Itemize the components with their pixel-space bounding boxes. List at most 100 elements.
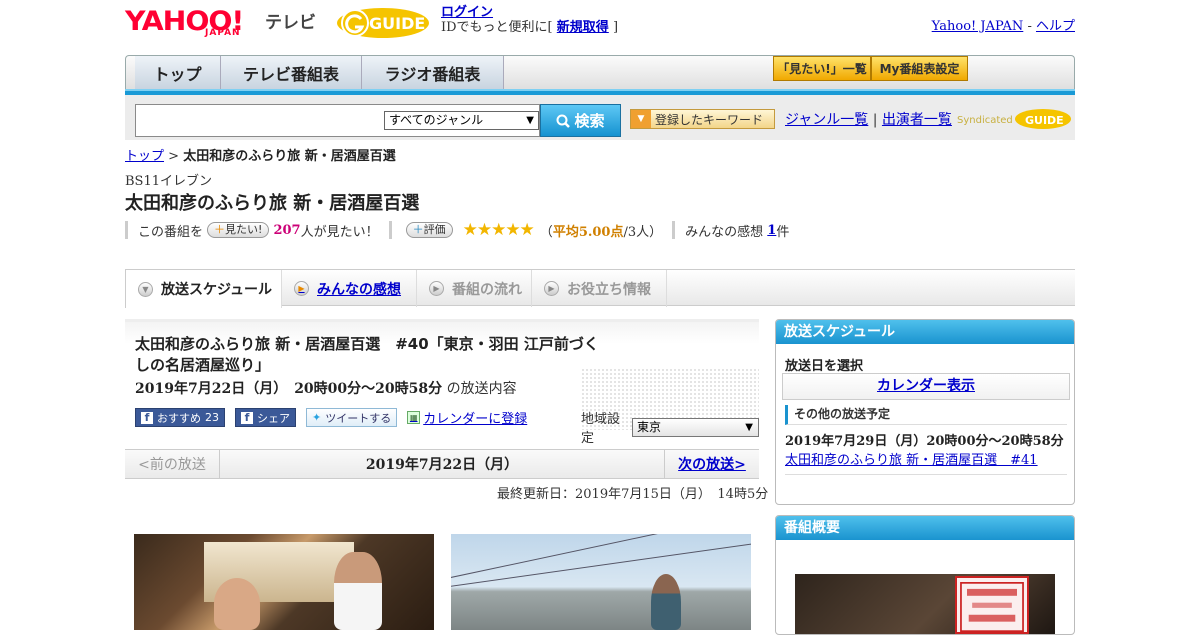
- tab-useful-info: ▶ お役立ち情報: [532, 270, 667, 307]
- reviews-suffix: 件: [776, 224, 790, 240]
- episode-photo-haneda: [451, 534, 751, 630]
- episode-panel: 太田和彦のふらり旅 新・居酒屋百選 #40「東京・羽田 江戸前づくしの名居酒屋巡…: [125, 319, 759, 479]
- search-icon: [556, 114, 571, 128]
- next-broadcast-datetime: 2019年7月29日（月）20時00分～20時58分: [785, 434, 1064, 449]
- content-tabs: ▼ 放送スケジュール ▶ みんなの感想 ▶ 番組の流れ ▶ お役立ち情報: [125, 269, 1075, 308]
- facebook-recommend-button[interactable]: f おすすめ 23: [135, 408, 225, 427]
- breadcrumb-top[interactable]: トップ: [125, 149, 164, 164]
- reviews-label: みんなの感想: [685, 224, 764, 240]
- last-updated: 最終更新日：2019年7月15日（月） 14時5分: [497, 487, 769, 502]
- rating-button[interactable]: ＋評価: [405, 222, 453, 238]
- fb-recommend-count: 23: [205, 411, 219, 424]
- facebook-share-button[interactable]: f シェア: [235, 408, 296, 427]
- program-seal-image: [955, 576, 1029, 634]
- genre-list-link[interactable]: ジャンル一覧: [785, 112, 868, 128]
- breadcrumb: トップ > 太田和彦のふらり旅 新・居酒屋百選: [125, 145, 396, 164]
- calendar-register-link[interactable]: ▦ カレンダーに登録: [407, 408, 527, 427]
- want-count: 207: [273, 222, 301, 238]
- twitter-bird-icon: ✦: [312, 411, 322, 424]
- syndicated-gguide-logo: Syndicated GUIDE: [957, 109, 1071, 129]
- star-rating: ★★★★★: [462, 220, 535, 240]
- next-broadcast-link[interactable]: 次の放送>: [664, 450, 759, 478]
- help-link[interactable]: ヘルプ: [1036, 19, 1075, 34]
- rating-paren: （: [539, 224, 553, 240]
- want-list-button[interactable]: 「見たい!」一覧: [773, 56, 871, 81]
- breadcrumb-current: 太田和彦のふらり旅 新・居酒屋百選: [183, 149, 396, 164]
- genre-select-value: すべてのジャンル: [389, 113, 484, 127]
- tweet-button[interactable]: ✦ ツイートする: [306, 408, 398, 427]
- episode-photo-izakaya: [134, 534, 434, 630]
- play-icon: ▶: [544, 281, 559, 296]
- want-prefix: この番組を: [138, 224, 204, 240]
- area-select[interactable]: 東京 ▼: [631, 417, 759, 437]
- play-icon: ▶: [294, 281, 309, 296]
- tab-program-flow: ▶ 番組の流れ: [417, 270, 532, 307]
- search-button-label: 検索: [574, 112, 605, 130]
- chevron-down-icon: ▼: [138, 281, 153, 297]
- tab-label: 番組の流れ: [452, 281, 522, 298]
- area-select-value: 東京: [636, 419, 661, 434]
- next-episode-link[interactable]: 太田和彦のふらり旅 新・居酒屋百選 #41: [785, 449, 1038, 468]
- area-label: 地域設定: [581, 412, 621, 446]
- rating-button-label: 評価: [423, 223, 446, 236]
- sidebar-summary-heading: 番組概要: [776, 516, 1074, 540]
- chevron-down-icon: ▼: [745, 421, 753, 433]
- fb-share-label: シェア: [257, 411, 290, 425]
- divider: [125, 221, 128, 239]
- calendar-register-label: カレンダーに登録: [423, 412, 528, 427]
- current-broadcast-date: 2019年7月22日（月）: [365, 457, 519, 473]
- tab-label: みんなの感想: [317, 281, 401, 298]
- tab-broadcast-schedule[interactable]: ▼ 放送スケジュール: [125, 270, 282, 308]
- login-area: ログイン IDでもっと便利に[ 新規取得 ]: [441, 5, 618, 35]
- keyword-button[interactable]: ▼ 登録したキーワード: [630, 109, 775, 129]
- program-meta: この番組を ＋見たい! 207 人が見たい！ ＋評価 ★★★★★ （ 平均5.0…: [125, 220, 790, 240]
- divider: [388, 221, 392, 239]
- chevron-down-icon: ▼: [526, 115, 534, 126]
- service-name: テレビ: [265, 13, 316, 33]
- select-date-label: 放送日を選択: [785, 359, 864, 374]
- plus-icon: ＋: [412, 223, 424, 236]
- tab-reviews[interactable]: ▶ みんなの感想: [282, 270, 417, 307]
- tab-label: お役立ち情報: [567, 281, 651, 298]
- yahoo-japan-link[interactable]: Yahoo! JAPAN: [932, 19, 1024, 34]
- svg-text:GUIDE: GUIDE: [1025, 114, 1064, 127]
- episode-datetime-suffix: の放送内容: [446, 381, 517, 397]
- login-text: IDでもっと便利に[: [441, 20, 553, 35]
- search-bar: すべてのジャンル ▼ 検索 ▼ 登録したキーワード ジャンル一覧 | 出演者一覧…: [125, 95, 1075, 140]
- tab-label: 放送スケジュール: [161, 282, 273, 298]
- other-broadcasts-heading: その他の放送予定: [785, 405, 1067, 425]
- area-setting: 地域設定 東京 ▼: [581, 408, 759, 446]
- calendar-icon: ▦: [407, 411, 421, 424]
- main-nav: トップ テレビ番組表 ラジオ番組表 「見たい!」一覧 My番組表設定: [125, 55, 1075, 93]
- register-link[interactable]: 新規取得: [557, 20, 609, 35]
- program-summary-image: [795, 574, 1055, 634]
- episode-datetime-value: 2019年7月22日（月） 20時00分～20時58分: [135, 381, 443, 397]
- keyword-button-label: 登録したキーワード: [655, 112, 764, 127]
- rating-count: /3人）: [623, 224, 663, 240]
- play-icon: ▶: [429, 281, 444, 296]
- nav-tab-top[interactable]: トップ: [135, 56, 221, 90]
- login-link[interactable]: ログイン: [441, 5, 493, 20]
- header-links: Yahoo! JAPAN - ヘルプ: [932, 15, 1075, 34]
- genre-select[interactable]: すべてのジャンル ▼: [384, 111, 539, 130]
- social-buttons: f おすすめ 23 f シェア ✦ ツイートする ▦ カレンダーに登録: [135, 408, 527, 427]
- performers-link[interactable]: 出演者一覧: [882, 112, 952, 128]
- nav-tab-tv-schedule[interactable]: テレビ番組表: [221, 56, 362, 90]
- svg-text:GUIDE: GUIDE: [369, 14, 425, 33]
- syndicated-text: Syndicated: [957, 115, 1013, 126]
- search-links: ジャンル一覧 | 出演者一覧: [785, 109, 952, 129]
- my-schedule-button[interactable]: My番組表設定: [871, 56, 968, 81]
- nav-tab-radio-schedule[interactable]: ラジオ番組表: [362, 56, 504, 90]
- want-button[interactable]: ＋見たい!: [207, 222, 270, 238]
- calendar-display-button[interactable]: カレンダー表示: [782, 373, 1070, 400]
- reviews-count-link[interactable]: 1: [767, 223, 776, 238]
- yahoo-logo-sub: JAPAN: [205, 28, 241, 38]
- sidebar-schedule: 放送スケジュール 放送日を選択 カレンダー表示 その他の放送予定 2019年7月…: [775, 319, 1075, 505]
- link-separator: |: [872, 112, 878, 128]
- tweet-label: ツイートする: [325, 411, 392, 425]
- divider: [672, 221, 676, 239]
- search-button[interactable]: 検索: [540, 104, 621, 137]
- episode-title: 太田和彦のふらり旅 新・居酒屋百選 #40「東京・羽田 江戸前づくしの名居酒屋巡…: [135, 335, 599, 374]
- want-button-label: 見たい!: [225, 223, 263, 236]
- channel-name: BS11イレブン: [125, 174, 213, 189]
